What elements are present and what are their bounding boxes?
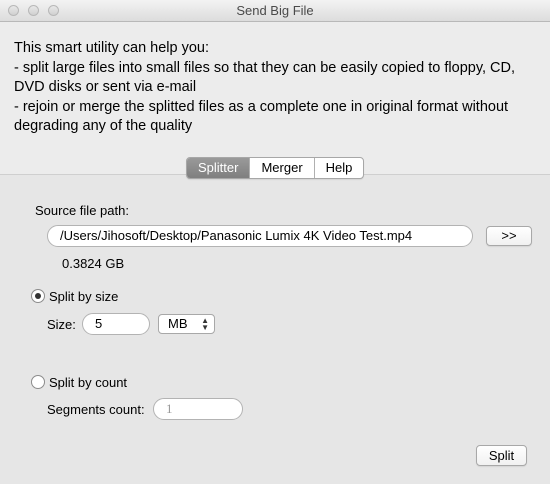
window-title: Send Big File: [236, 3, 314, 18]
title-bar: Send Big File: [0, 0, 550, 22]
split-by-count-radio[interactable]: [31, 375, 45, 389]
tab-bar: Splitter Merger Help: [186, 157, 365, 179]
tab-merger[interactable]: Merger: [249, 158, 313, 178]
radio-selected-dot: [35, 293, 41, 299]
up-down-arrows-icon: ▲ ▼: [201, 316, 209, 332]
size-unit-select[interactable]: MB ▲ ▼: [158, 314, 215, 334]
tab-help[interactable]: Help: [313, 158, 364, 178]
split-button[interactable]: Split: [476, 445, 527, 466]
file-size-value: 0.3824 GB: [62, 256, 125, 271]
intro-description: This smart utility can help you: - split…: [14, 40, 516, 134]
send-big-file-window: Send Big File This smart utility can hel…: [0, 0, 550, 484]
size-unit-value: MB: [168, 316, 188, 331]
source-file-path-input[interactable]: /Users/Jihosoft/Desktop/Panasonic Lumix …: [47, 225, 473, 247]
source-file-path-label: Source file path:: [35, 203, 129, 218]
segments-count-label: Segments count:: [47, 402, 145, 417]
browse-button[interactable]: >>: [486, 226, 532, 246]
intro-panel: This smart utility can help you: - split…: [0, 22, 550, 175]
split-by-count-label: Split by count: [49, 375, 128, 390]
segments-count-input[interactable]: 1: [153, 398, 243, 420]
size-label: Size:: [47, 317, 76, 332]
size-input[interactable]: 5: [82, 313, 150, 335]
split-by-size-label: Split by size: [49, 289, 119, 304]
tab-splitter[interactable]: Splitter: [187, 158, 250, 178]
split-by-size-radio[interactable]: [31, 289, 45, 303]
